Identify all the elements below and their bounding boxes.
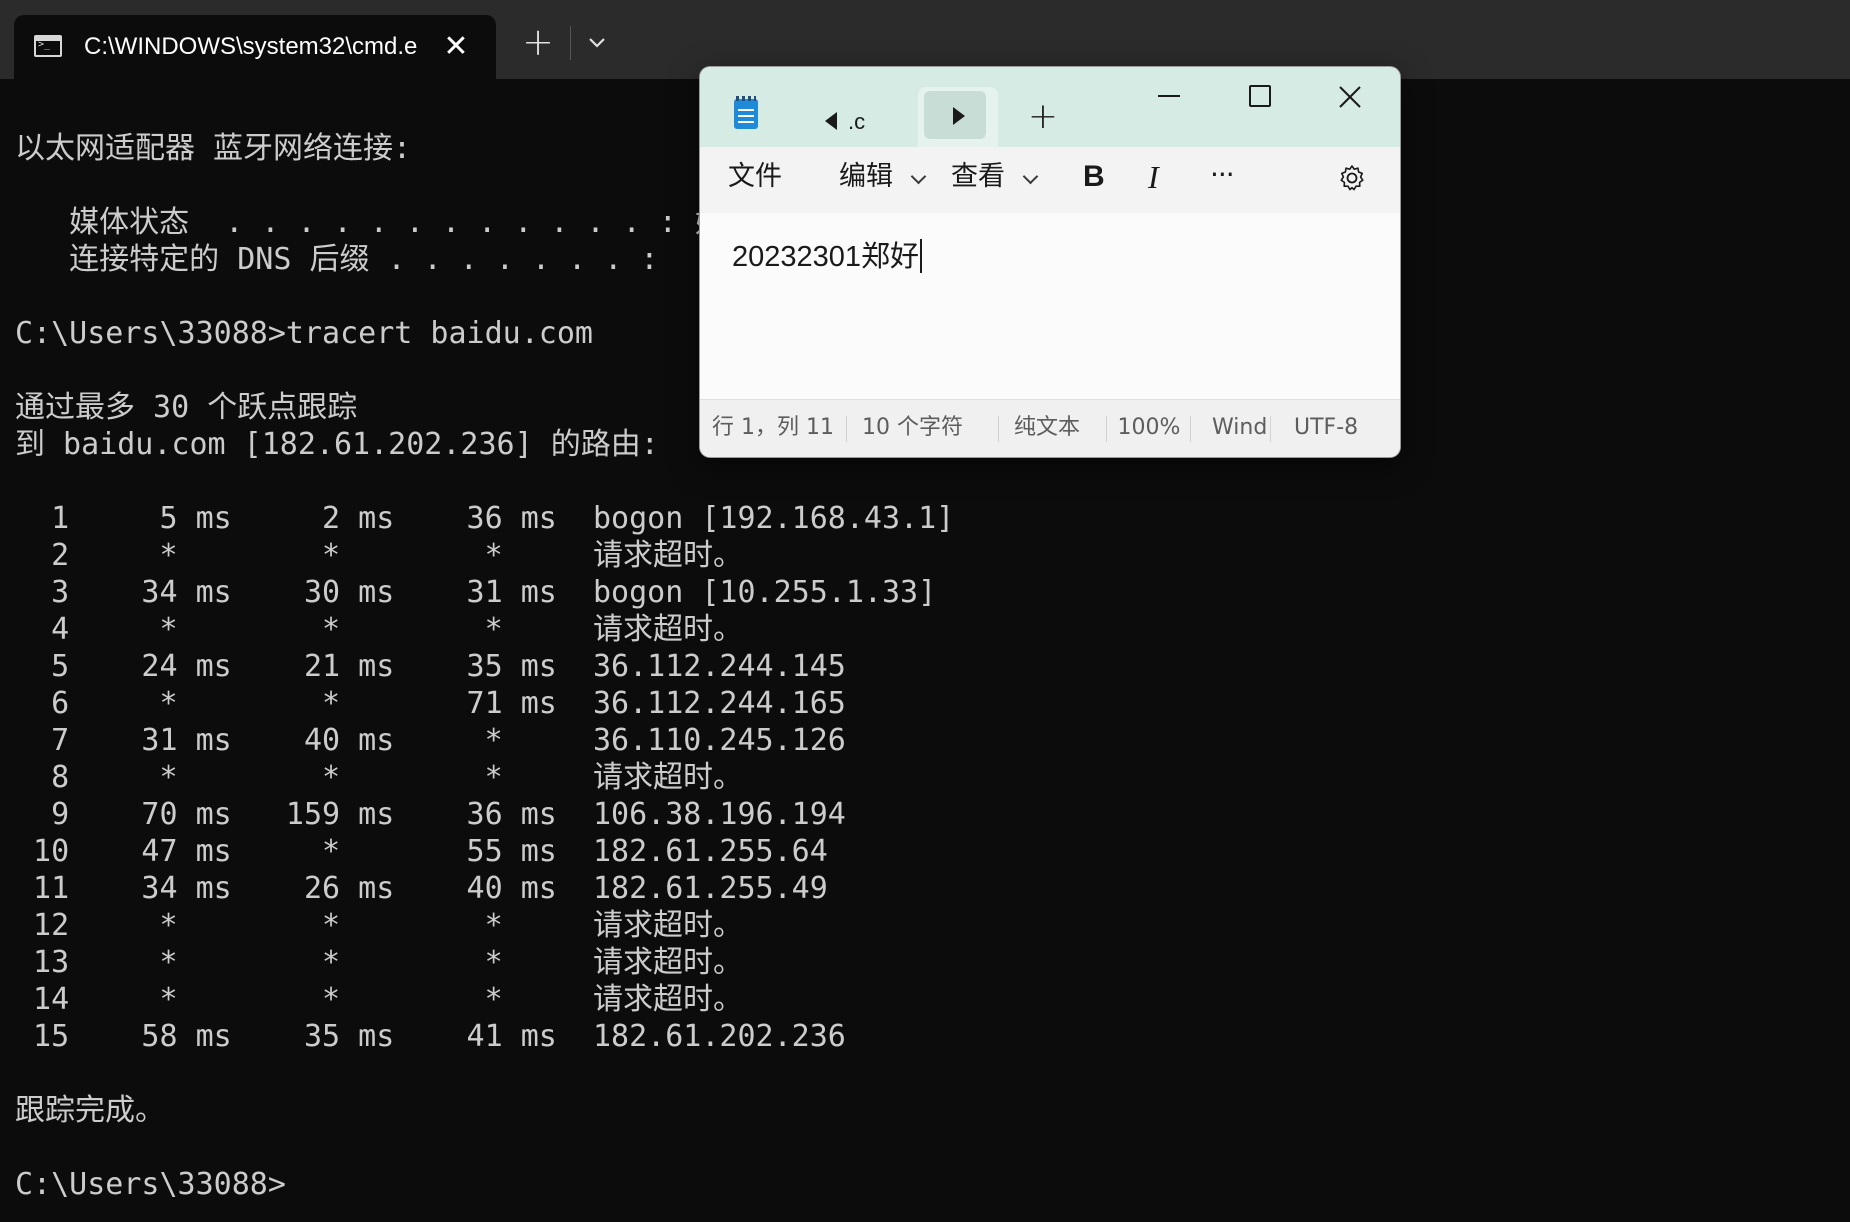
scroll-tabs-right-button[interactable] [924, 91, 986, 139]
menu-view[interactable]: 查看 [951, 147, 1005, 207]
gear-icon[interactable] [1337, 163, 1367, 193]
terminal-line: 5 24 ms 21 ms 35 ms 36.112.244.145 [15, 649, 846, 684]
terminal-line: 跟踪完成。 [15, 1093, 165, 1128]
italic-button[interactable]: I [1148, 147, 1159, 207]
status-format[interactable]: 纯文本 [1014, 400, 1094, 456]
notepad-statusbar: 行 1，列 11 10 个字符 纯文本 100% Windows (CRLF) … [700, 399, 1400, 457]
terminal-tab[interactable]: C:\WINDOWS\system32\cmd.e ✕ [14, 15, 496, 79]
status-cursor-position: 行 1，列 11 [712, 415, 834, 440]
notepad-tab-active[interactable] [918, 87, 998, 147]
bold-button[interactable]: B [1083, 147, 1105, 207]
status-char-count: 10 个字符 [862, 415, 963, 440]
close-tab-icon[interactable]: ✕ [438, 29, 474, 65]
terminal-line: 3 34 ms 30 ms 31 ms bogon [10.255.1.33] [15, 575, 937, 610]
status-divider [1190, 416, 1191, 442]
status-encoding[interactable]: UTF-8 [1294, 400, 1374, 456]
notepad-tab-label: .c [848, 109, 866, 134]
terminal-line: 15 58 ms 35 ms 41 ms 182.61.202.236 [15, 1019, 846, 1054]
terminal-line: 12 * * * 请求超时。 [15, 908, 743, 943]
terminal-tab-title: C:\WINDOWS\system32\cmd.e [84, 33, 418, 60]
terminal-line: 10 47 ms * 55 ms 182.61.255.64 [15, 834, 828, 869]
notepad-editor[interactable]: 20232301郑好 [700, 213, 1400, 399]
minimize-button[interactable] [1138, 75, 1198, 119]
menu-file[interactable]: 文件 [728, 147, 782, 207]
more-options-button[interactable]: ··· [1210, 147, 1235, 207]
terminal-line: 6 * * 71 ms 36.112.244.165 [15, 686, 846, 721]
status-divider [1106, 416, 1107, 442]
status-divider [1270, 416, 1271, 442]
terminal-line: 13 * * * 请求超时。 [15, 945, 743, 980]
terminal-line: 1 5 ms 2 ms 36 ms bogon [192.168.43.1] [15, 501, 955, 536]
new-tab-button[interactable]: + [518, 22, 558, 62]
terminal-line: 2 * * * 请求超时。 [15, 538, 743, 573]
notepad-window: .c + 文件 编辑 查看 B I ··· 20232301郑好 行 1，列 1… [700, 67, 1400, 457]
notepad-tab-previous[interactable]: .c [780, 92, 924, 148]
status-line-ending[interactable]: Windows (CRLF) [1212, 400, 1268, 456]
notepad-text-content[interactable]: 20232301郑好 [732, 237, 923, 277]
cmd-icon [34, 35, 62, 57]
terminal-line: 11 34 ms 26 ms 40 ms 182.61.255.49 [15, 871, 828, 906]
status-zoom[interactable]: 100% [1112, 400, 1186, 456]
terminal-line: 4 * * * 请求超时。 [15, 612, 743, 647]
maximize-button[interactable] [1228, 75, 1288, 119]
close-button[interactable] [1320, 75, 1380, 119]
scroll-tabs-left-icon[interactable] [825, 112, 837, 130]
terminal-line: 14 * * * 请求超时。 [15, 982, 743, 1017]
notepad-app-icon [734, 96, 758, 129]
notepad-titlebar: .c + [700, 67, 1400, 147]
menu-edit[interactable]: 编辑 [839, 147, 893, 207]
terminal-line: 7 31 ms 40 ms * 36.110.245.126 [15, 723, 846, 758]
notepad-new-tab-button[interactable]: + [1023, 97, 1063, 137]
terminal-line: 8 * * * 请求超时。 [15, 760, 743, 795]
text-caret [920, 239, 923, 273]
titlebar-divider [570, 26, 571, 60]
terminal-line: C:\Users\33088> [15, 1167, 286, 1202]
status-divider [846, 416, 847, 442]
chevron-down-icon[interactable] [580, 26, 614, 60]
status-divider [998, 416, 999, 442]
play-arrow-icon [953, 107, 965, 125]
terminal-line: 9 70 ms 159 ms 36 ms 106.38.196.194 [15, 797, 846, 832]
